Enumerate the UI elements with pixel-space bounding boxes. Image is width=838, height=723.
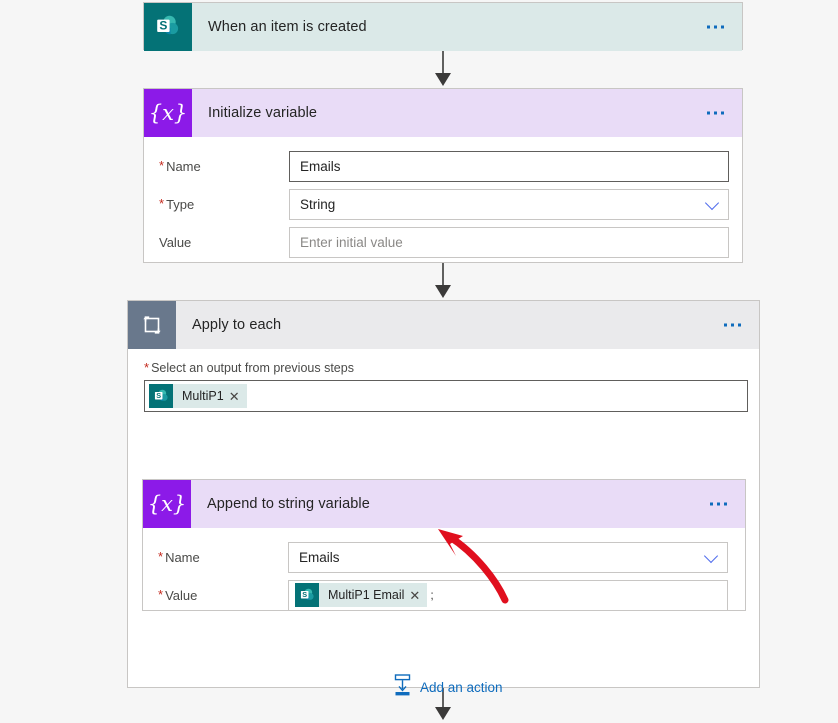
append-to-string-card[interactable]: {x} Append to string variable * Name Emai… bbox=[142, 479, 746, 611]
append-to-string-title: Append to string variable bbox=[207, 496, 370, 512]
token-multip1-email[interactable]: S MultiP1 Email ✕ bbox=[295, 583, 428, 607]
append-name-label: * Name bbox=[158, 548, 200, 565]
trigger-card[interactable]: S When an item is created bbox=[143, 2, 743, 51]
type-dropdown-value: String bbox=[300, 196, 336, 212]
name-input[interactable]: Emails bbox=[289, 150, 729, 182]
required-asterisk: * bbox=[158, 586, 164, 602]
value-label: Value bbox=[159, 234, 192, 250]
svg-text:S: S bbox=[159, 18, 167, 32]
close-icon[interactable]: ✕ bbox=[409, 589, 427, 602]
trigger-overflow-menu[interactable] bbox=[703, 20, 728, 35]
append-name-dropdown[interactable]: Emails bbox=[288, 541, 728, 573]
menu-dot bbox=[721, 111, 724, 115]
append-value-input[interactable]: S MultiP1 Email ✕ ; bbox=[288, 579, 728, 611]
svg-text:S: S bbox=[156, 391, 161, 400]
chevron-down-icon bbox=[703, 548, 719, 564]
variable-glyph: {x} bbox=[148, 100, 188, 125]
apply-to-each-header[interactable]: Apply to each bbox=[128, 301, 759, 349]
menu-dot bbox=[721, 25, 724, 29]
name-input-value: Emails bbox=[300, 158, 341, 174]
append-to-string-overflow-menu[interactable] bbox=[706, 497, 731, 512]
append-to-string-form: * Name Emails * Value S MultiP1 Email ✕ … bbox=[143, 528, 745, 630]
required-asterisk: * bbox=[159, 195, 165, 211]
required-asterisk: * bbox=[159, 157, 165, 173]
initialize-variable-form: * Name Emails * Type String Value Enter in… bbox=[144, 137, 742, 277]
value-input[interactable]: Enter initial value bbox=[289, 226, 729, 258]
menu-dot bbox=[714, 25, 717, 29]
trigger-card-header[interactable]: S When an item is created bbox=[144, 3, 742, 51]
append-name-value: Emails bbox=[299, 549, 340, 565]
initialize-variable-title: Initialize variable bbox=[208, 105, 318, 121]
apply-to-each-card[interactable]: Apply to each * Select an output from pre… bbox=[127, 300, 760, 696]
close-icon[interactable]: ✕ bbox=[229, 390, 247, 403]
apply-to-each-body: * Select an output from previous steps S … bbox=[128, 349, 759, 696]
append-to-string-header[interactable]: {x} Append to string variable bbox=[143, 480, 745, 528]
menu-dot bbox=[710, 502, 713, 506]
token-label: MultiP1 Email bbox=[328, 588, 405, 602]
apply-to-each-title: Apply to each bbox=[192, 317, 282, 333]
token-multip1[interactable]: S MultiP1 ✕ bbox=[149, 384, 247, 408]
sharepoint-icon: S bbox=[295, 583, 319, 607]
type-label: * Type bbox=[159, 195, 195, 212]
sharepoint-icon: S bbox=[144, 3, 192, 51]
loop-input-label: * Select an output from previous steps bbox=[144, 360, 354, 375]
variable-icon: {x} bbox=[144, 89, 192, 137]
required-asterisk: * bbox=[144, 360, 150, 375]
initialize-variable-card[interactable]: {x} Initialize variable * Name Emails * Ty… bbox=[143, 88, 743, 263]
menu-dot bbox=[714, 111, 717, 115]
menu-dot bbox=[707, 25, 710, 29]
loop-output-input[interactable]: S MultiP1 ✕ bbox=[144, 380, 748, 412]
value-input-placeholder: Enter initial value bbox=[300, 234, 403, 250]
variable-icon: {x} bbox=[143, 480, 191, 528]
initialize-variable-header[interactable]: {x} Initialize variable bbox=[144, 89, 742, 137]
form-row-type: * Type String bbox=[144, 187, 742, 221]
value-trailing-text: ; bbox=[430, 588, 434, 602]
token-label: MultiP1 bbox=[182, 389, 224, 403]
add-an-action-label: Add an action bbox=[420, 680, 503, 695]
required-asterisk: * bbox=[158, 548, 164, 564]
menu-dot bbox=[738, 323, 741, 327]
name-label: * Name bbox=[159, 157, 201, 174]
svg-text:S: S bbox=[302, 590, 307, 599]
menu-dot bbox=[731, 323, 734, 327]
sharepoint-icon: S bbox=[149, 384, 173, 408]
menu-dot bbox=[717, 502, 720, 506]
initialize-variable-overflow-menu[interactable] bbox=[703, 106, 728, 121]
insert-action-icon bbox=[393, 674, 412, 701]
append-value-label: * Value bbox=[158, 586, 198, 603]
form-row-append-value: * Value S MultiP1 Email ✕ ; bbox=[143, 578, 745, 612]
chevron-down-icon bbox=[704, 195, 720, 211]
loop-icon bbox=[128, 301, 176, 349]
variable-glyph: {x} bbox=[147, 491, 187, 516]
form-row-append-name: * Name Emails bbox=[143, 540, 745, 574]
type-dropdown[interactable]: String bbox=[289, 188, 729, 220]
add-an-action-button[interactable]: Add an action bbox=[393, 674, 503, 701]
menu-dot bbox=[724, 502, 727, 506]
trigger-title: When an item is created bbox=[208, 19, 367, 35]
menu-dot bbox=[724, 323, 727, 327]
menu-dot bbox=[707, 111, 710, 115]
apply-to-each-overflow-menu[interactable] bbox=[720, 318, 745, 333]
form-row-name: * Name Emails bbox=[144, 149, 742, 183]
form-row-value: Value Enter initial value bbox=[144, 225, 742, 259]
